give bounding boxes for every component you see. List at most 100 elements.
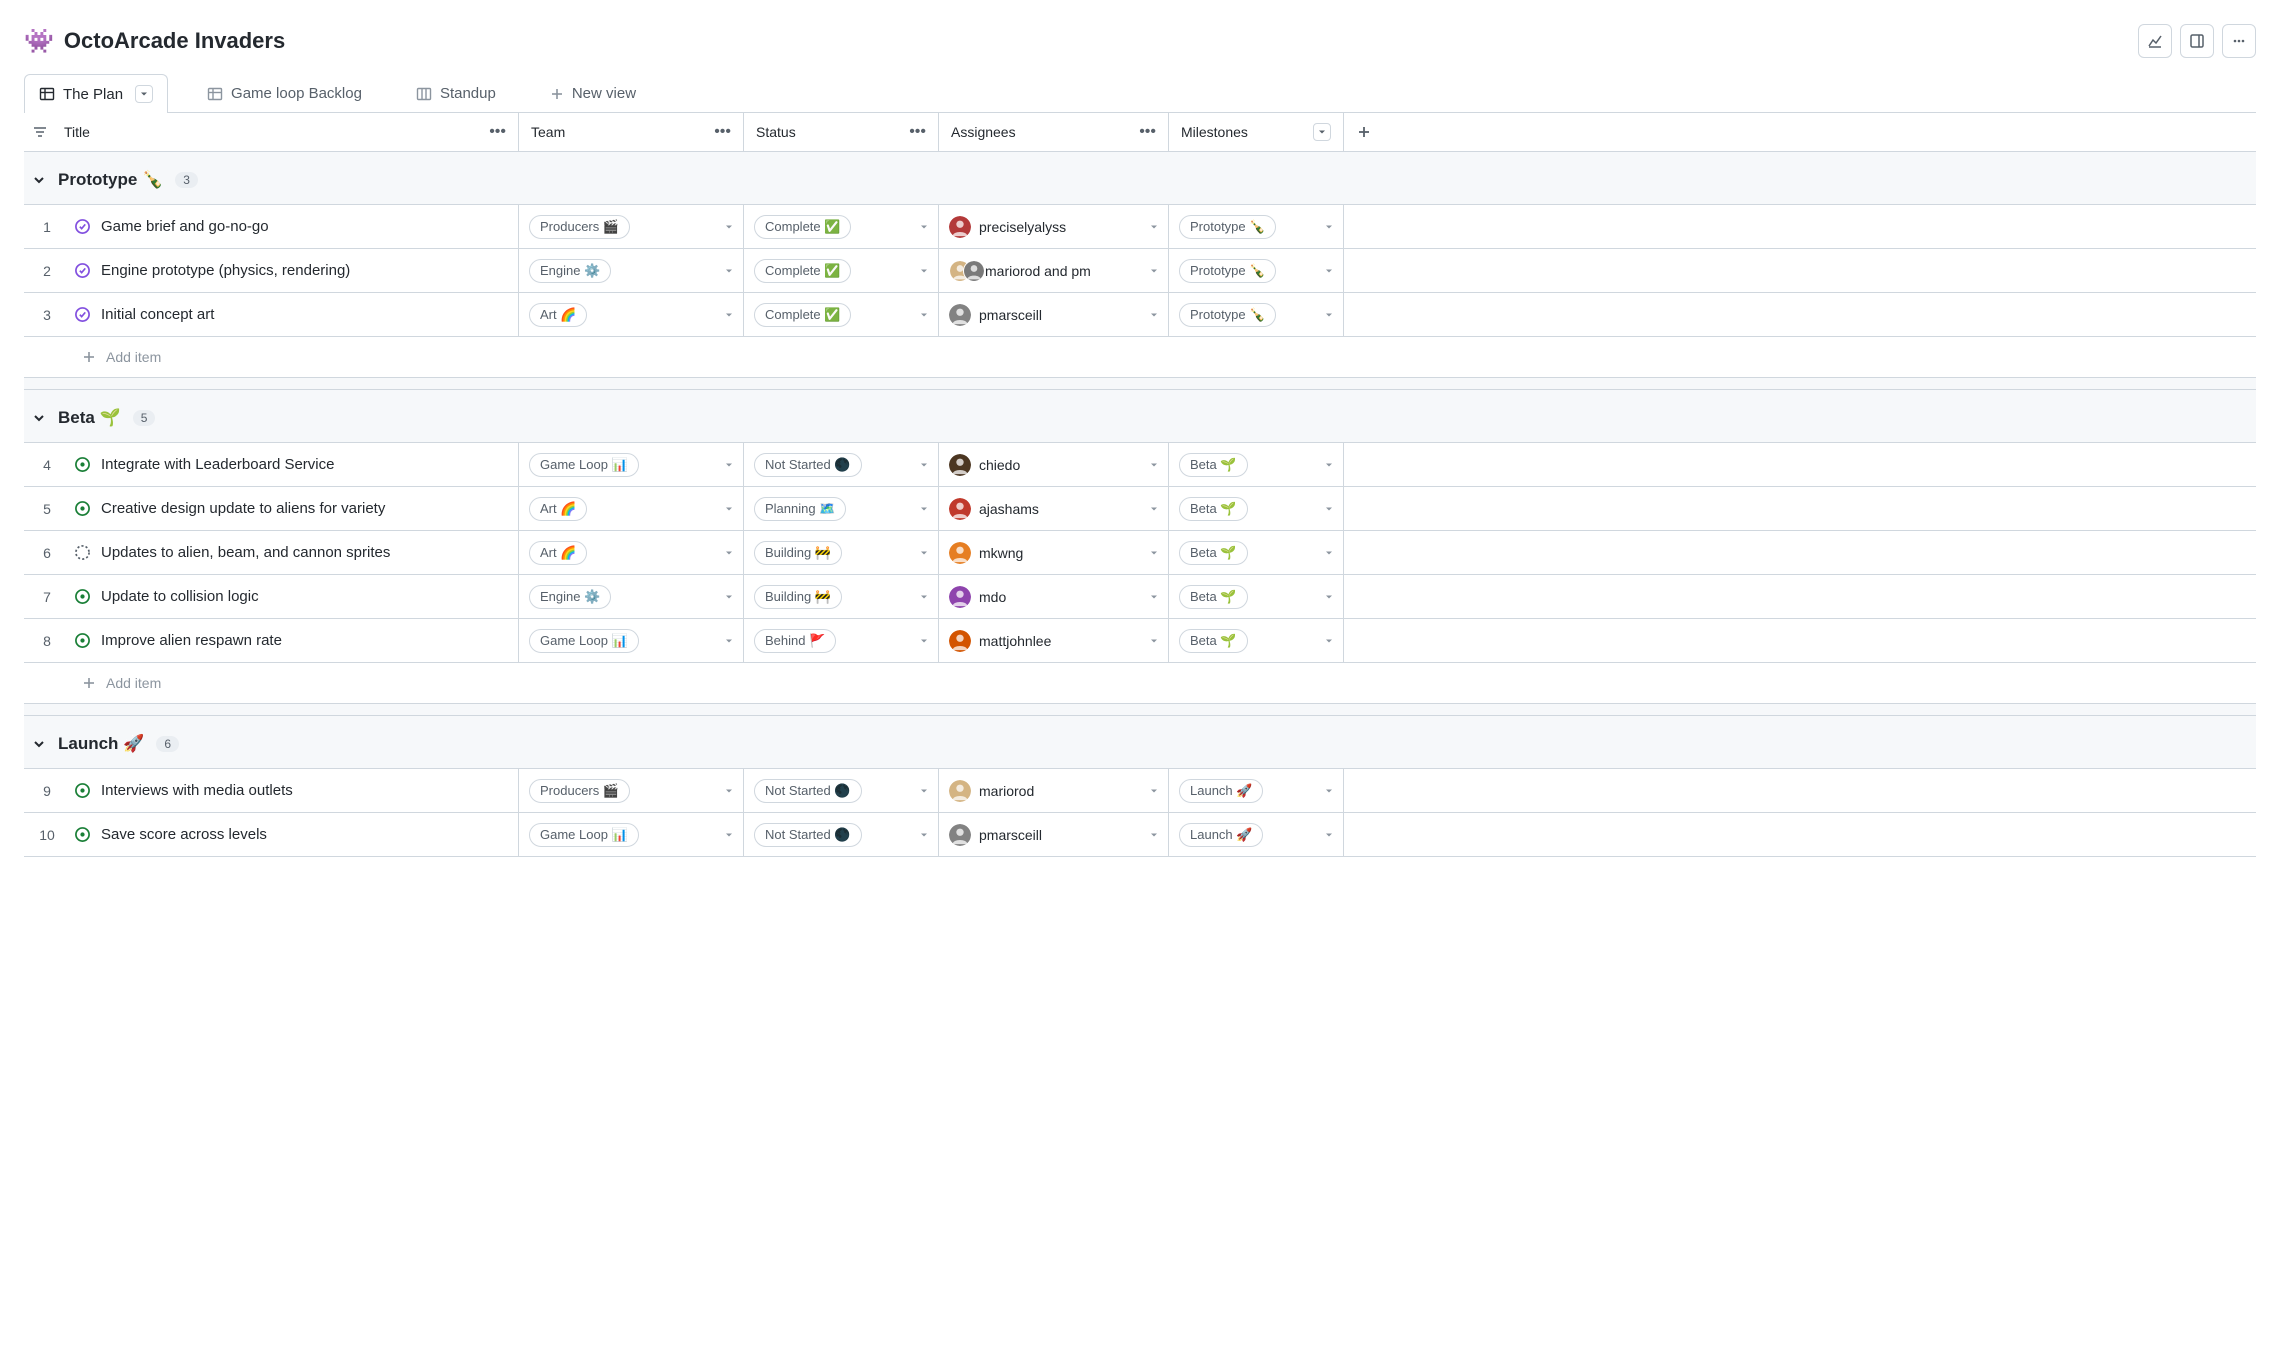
cell-dropdown[interactable]	[920, 787, 928, 795]
cell-dropdown[interactable]	[920, 267, 928, 275]
row-title-cell[interactable]: Engine prototype (physics, rendering)	[70, 249, 519, 292]
cell-dropdown[interactable]	[725, 311, 733, 319]
assignees-cell[interactable]: preciselyalyss	[939, 205, 1169, 248]
table-row[interactable]: 7Update to collision logicEngine ⚙️Build…	[24, 575, 2256, 619]
table-row[interactable]: 6Updates to alien, beam, and cannon spri…	[24, 531, 2256, 575]
cell-dropdown[interactable]	[1325, 831, 1333, 839]
milestone-cell[interactable]: Beta 🌱	[1169, 575, 1344, 618]
table-row[interactable]: 3Initial concept artArt 🌈Complete ✅pmars…	[24, 293, 2256, 337]
column-menu-button[interactable]: •••	[714, 123, 731, 141]
assignees-cell[interactable]: mkwng	[939, 531, 1169, 574]
cell-dropdown[interactable]	[1150, 637, 1158, 645]
cell-dropdown[interactable]	[1150, 223, 1158, 231]
team-cell[interactable]: Art 🌈	[519, 487, 744, 530]
cell-dropdown[interactable]	[1325, 505, 1333, 513]
team-cell[interactable]: Engine ⚙️	[519, 249, 744, 292]
new-view-button[interactable]: New view	[535, 74, 651, 112]
milestone-cell[interactable]: Launch 🚀	[1169, 769, 1344, 812]
cell-dropdown[interactable]	[920, 549, 928, 557]
status-cell[interactable]: Complete ✅	[744, 293, 939, 336]
status-cell[interactable]: Behind 🚩	[744, 619, 939, 662]
table-row[interactable]: 9Interviews with media outletsProducers …	[24, 769, 2256, 813]
team-cell[interactable]: Engine ⚙️	[519, 575, 744, 618]
cell-dropdown[interactable]	[920, 505, 928, 513]
assignees-cell[interactable]: mattjohnlee	[939, 619, 1169, 662]
team-cell[interactable]: Art 🌈	[519, 293, 744, 336]
table-row[interactable]: 2Engine prototype (physics, rendering)En…	[24, 249, 2256, 293]
milestone-cell[interactable]: Beta 🌱	[1169, 443, 1344, 486]
cell-dropdown[interactable]	[725, 223, 733, 231]
milestone-cell[interactable]: Prototype 🍾	[1169, 249, 1344, 292]
cell-dropdown[interactable]	[1325, 223, 1333, 231]
milestone-cell[interactable]: Prototype 🍾	[1169, 205, 1344, 248]
column-menu-button[interactable]: •••	[909, 123, 926, 141]
cell-dropdown[interactable]	[920, 637, 928, 645]
group-collapse-toggle[interactable]	[32, 173, 46, 187]
column-menu-button[interactable]: •••	[489, 123, 506, 141]
cell-dropdown[interactable]	[920, 311, 928, 319]
table-row[interactable]: 8Improve alien respawn rateGame Loop 📊Be…	[24, 619, 2256, 663]
cell-dropdown[interactable]	[725, 549, 733, 557]
table-row[interactable]: 1Game brief and go-no-goProducers 🎬Compl…	[24, 205, 2256, 249]
team-cell[interactable]: Game Loop 📊	[519, 813, 744, 856]
status-cell[interactable]: Not Started 🌑	[744, 443, 939, 486]
cell-dropdown[interactable]	[1325, 549, 1333, 557]
milestone-cell[interactable]: Launch 🚀	[1169, 813, 1344, 856]
status-cell[interactable]: Building 🚧	[744, 575, 939, 618]
status-cell[interactable]: Not Started 🌑	[744, 769, 939, 812]
status-cell[interactable]: Complete ✅	[744, 205, 939, 248]
tab-game-loop-backlog[interactable]: Game loop Backlog	[192, 74, 377, 112]
assignees-cell[interactable]: chiedo	[939, 443, 1169, 486]
milestone-cell[interactable]: Beta 🌱	[1169, 487, 1344, 530]
cell-dropdown[interactable]	[725, 505, 733, 513]
row-title-cell[interactable]: Update to collision logic	[70, 575, 519, 618]
filter-icon[interactable]	[32, 124, 48, 140]
insights-button[interactable]	[2138, 24, 2172, 58]
cell-dropdown[interactable]	[1150, 311, 1158, 319]
add-item-button[interactable]: Add item	[24, 337, 2256, 378]
cell-dropdown[interactable]	[920, 461, 928, 469]
cell-dropdown[interactable]	[1150, 593, 1158, 601]
tab-menu-toggle[interactable]	[135, 85, 153, 103]
team-cell[interactable]: Art 🌈	[519, 531, 744, 574]
add-item-button[interactable]: Add item	[24, 663, 2256, 704]
row-title-cell[interactable]: Interviews with media outlets	[70, 769, 519, 812]
add-column-button[interactable]	[1344, 113, 1384, 151]
cell-dropdown[interactable]	[725, 461, 733, 469]
row-title-cell[interactable]: Integrate with Leaderboard Service	[70, 443, 519, 486]
row-title-cell[interactable]: Creative design update to aliens for var…	[70, 487, 519, 530]
cell-dropdown[interactable]	[1325, 637, 1333, 645]
cell-dropdown[interactable]	[725, 787, 733, 795]
cell-dropdown[interactable]	[1325, 787, 1333, 795]
status-cell[interactable]: Complete ✅	[744, 249, 939, 292]
panel-button[interactable]	[2180, 24, 2214, 58]
cell-dropdown[interactable]	[725, 267, 733, 275]
cell-dropdown[interactable]	[1150, 549, 1158, 557]
row-title-cell[interactable]: Save score across levels	[70, 813, 519, 856]
status-cell[interactable]: Building 🚧	[744, 531, 939, 574]
assignees-cell[interactable]: pmarsceill	[939, 293, 1169, 336]
cell-dropdown[interactable]	[920, 593, 928, 601]
assignees-cell[interactable]: ajashams	[939, 487, 1169, 530]
cell-dropdown[interactable]	[1150, 267, 1158, 275]
cell-dropdown[interactable]	[725, 593, 733, 601]
cell-dropdown[interactable]	[920, 223, 928, 231]
tab-standup[interactable]: Standup	[401, 74, 511, 112]
cell-dropdown[interactable]	[725, 637, 733, 645]
cell-dropdown[interactable]	[1150, 831, 1158, 839]
row-title-cell[interactable]: Updates to alien, beam, and cannon sprit…	[70, 531, 519, 574]
assignees-cell[interactable]: mariorod and pm	[939, 249, 1169, 292]
tab-the-plan[interactable]: The Plan	[24, 74, 168, 113]
group-collapse-toggle[interactable]	[32, 411, 46, 425]
status-cell[interactable]: Planning 🗺️	[744, 487, 939, 530]
team-cell[interactable]: Producers 🎬	[519, 205, 744, 248]
row-title-cell[interactable]: Initial concept art	[70, 293, 519, 336]
cell-dropdown[interactable]	[1150, 787, 1158, 795]
assignees-cell[interactable]: mdo	[939, 575, 1169, 618]
team-cell[interactable]: Game Loop 📊	[519, 619, 744, 662]
column-dropdown-button[interactable]	[1313, 123, 1331, 141]
row-title-cell[interactable]: Improve alien respawn rate	[70, 619, 519, 662]
column-menu-button[interactable]: •••	[1139, 123, 1156, 141]
cell-dropdown[interactable]	[1325, 311, 1333, 319]
cell-dropdown[interactable]	[920, 831, 928, 839]
